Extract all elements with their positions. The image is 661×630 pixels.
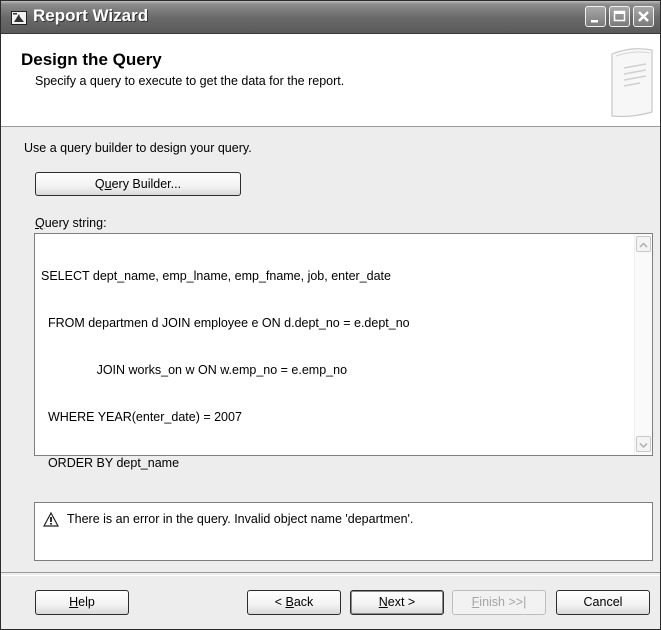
wizard-header: Design the Query Specify a query to exec… bbox=[1, 34, 660, 127]
intro-text: Use a query builder to design your query… bbox=[24, 141, 252, 155]
query-line: SELECT dept_name, emp_lname, emp_fname, … bbox=[41, 269, 391, 284]
query-builder-button[interactable]: Query Builder... bbox=[35, 172, 241, 196]
query-label-post: uery string: bbox=[44, 216, 107, 230]
error-message: There is an error in the query. Invalid … bbox=[67, 512, 414, 526]
next-accel: N bbox=[378, 595, 388, 609]
close-icon bbox=[638, 11, 649, 22]
back-accel: B bbox=[285, 595, 294, 609]
page-title: Design the Query bbox=[21, 50, 162, 69]
minimize-button[interactable] bbox=[585, 6, 606, 27]
maximize-button[interactable] bbox=[609, 6, 630, 27]
query-line: JOIN works_on w ON w.emp_no = e.emp_no bbox=[41, 362, 348, 377]
query-label-accel: Q bbox=[35, 216, 45, 230]
next-button[interactable]: Next > bbox=[350, 590, 444, 615]
back-label-pre: < bbox=[274, 595, 286, 609]
chevron-down-icon bbox=[639, 442, 648, 449]
query-text[interactable]: SELECT dept_name, emp_lname, emp_fname, … bbox=[41, 238, 410, 503]
chevron-up-icon bbox=[639, 242, 648, 248]
finish-label: inish >>| bbox=[479, 595, 527, 609]
report-wizard-icon bbox=[11, 10, 27, 25]
help-label: elp bbox=[78, 595, 95, 609]
close-button[interactable] bbox=[633, 6, 654, 27]
footer-divider bbox=[1, 572, 660, 576]
document-page-icon bbox=[606, 44, 656, 128]
query-line: WHERE YEAR(enter_date) = 2007 bbox=[41, 409, 242, 424]
error-message-box: There is an error in the query. Invalid … bbox=[34, 502, 653, 561]
query-string-label: Query string: bbox=[35, 216, 107, 230]
query-line: FROM departmen d JOIN employee e ON d.de… bbox=[41, 315, 410, 330]
finish-button[interactable]: Finish >>| bbox=[452, 590, 546, 615]
query-scrollbar[interactable] bbox=[634, 234, 652, 455]
query-line: ORDER BY dept_name bbox=[41, 456, 180, 471]
scroll-up-button[interactable] bbox=[636, 236, 651, 252]
cancel-button[interactable]: Cancel bbox=[556, 590, 650, 615]
query-textarea[interactable]: SELECT dept_name, emp_lname, emp_fname, … bbox=[34, 233, 653, 470]
back-button[interactable]: < Back bbox=[247, 590, 341, 615]
maximize-icon bbox=[613, 10, 626, 22]
window-title: Report Wizard bbox=[33, 6, 149, 25]
back-label: ack bbox=[293, 595, 314, 609]
help-button[interactable]: Help bbox=[35, 590, 129, 615]
next-label: ext > bbox=[387, 595, 416, 609]
query-builder-label-post: ery Builder... bbox=[111, 177, 182, 191]
scroll-down-button[interactable] bbox=[636, 436, 651, 452]
query-builder-accel: u bbox=[104, 177, 112, 191]
page-subtitle: Specify a query to execute to get the da… bbox=[35, 74, 345, 88]
warning-icon bbox=[42, 511, 60, 531]
query-builder-label-pre: Q bbox=[94, 177, 105, 191]
report-wizard-window: Report Wizard Design the Query Specify a… bbox=[0, 0, 661, 630]
help-accel: H bbox=[69, 595, 79, 609]
minimize-icon bbox=[591, 20, 598, 23]
title-bar[interactable]: Report Wizard bbox=[1, 1, 660, 34]
